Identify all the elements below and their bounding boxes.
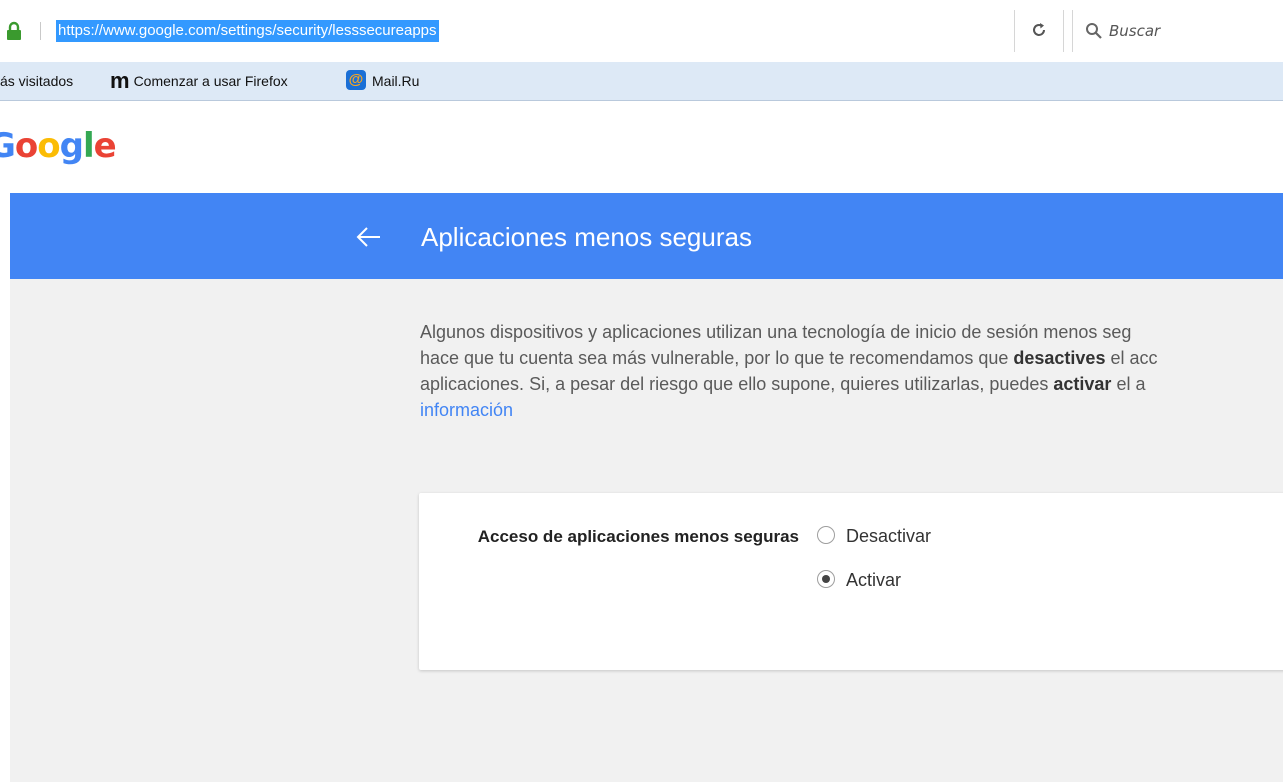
- radio-label: Activar: [846, 570, 902, 590]
- description-line: Algunos dispositivos y aplicaciones util…: [420, 322, 1132, 342]
- url-text[interactable]: https://www.google.com/settings/security…: [56, 20, 439, 42]
- url-separator: [40, 22, 41, 40]
- logo-letter: G: [0, 126, 16, 166]
- logo-letter: o: [37, 126, 60, 166]
- page-title: Aplicaciones menos seguras: [421, 222, 752, 252]
- bookmark-most-visited[interactable]: ás visitados: [0, 62, 73, 100]
- bold-text: activar: [1053, 374, 1112, 394]
- text-segment: el a: [1111, 374, 1146, 394]
- logo-letter: o: [14, 126, 38, 166]
- more-info-link[interactable]: información: [420, 400, 513, 420]
- page-background: [10, 193, 1283, 782]
- bookmark-getting-started[interactable]: m Comenzar a usar Firefox: [110, 62, 288, 100]
- setting-label: Acceso de aplicaciones menos seguras: [477, 527, 799, 546]
- radio-button[interactable]: [817, 570, 835, 589]
- radio-button[interactable]: [817, 526, 835, 545]
- description-line: aplicaciones. Si, a pesar del riesgo que…: [420, 371, 1283, 397]
- setting-card: Acceso de aplicaciones menos seguras Des…: [419, 493, 1283, 670]
- reload-button[interactable]: [1014, 10, 1064, 52]
- bookmark-label: ás visitados: [0, 73, 74, 89]
- bookmark-label: Mail.Ru: [372, 73, 420, 89]
- radio-option-desactivar[interactable]: Desactivar: [817, 523, 931, 549]
- google-logo[interactable]: Google: [0, 126, 150, 174]
- logo-letter: e: [93, 126, 117, 166]
- description-text: Algunos dispositivos y aplicaciones util…: [420, 319, 1283, 423]
- bold-text: desactives: [1013, 348, 1106, 368]
- text-segment: el acc: [1105, 348, 1158, 368]
- mail-ru-icon: [346, 70, 366, 91]
- back-arrow-icon[interactable]: [354, 223, 384, 251]
- logo-letter: l: [82, 126, 95, 166]
- logo-letter: g: [59, 126, 84, 166]
- url-bar[interactable]: https://www.google.com/settings/security…: [0, 10, 1070, 52]
- radio-label: Desactivar: [846, 526, 932, 546]
- text-segment: hace que tu cuenta sea más vulnerable, p…: [420, 348, 1014, 368]
- search-input[interactable]: [1109, 20, 1283, 42]
- bookmarks-toolbar: ás visitados mComenzar a usar Firefox Ma…: [0, 62, 1283, 101]
- radio-option-activar[interactable]: Activar: [817, 567, 901, 593]
- description-line: información: [420, 397, 1283, 423]
- text-segment: aplicaciones. Si, a pesar del riesgo que…: [420, 374, 1054, 394]
- search-box[interactable]: [1072, 10, 1283, 52]
- bookmark-label: Comenzar a usar Firefox: [133, 73, 288, 89]
- search-icon: [1085, 22, 1103, 45]
- bookmark-mail-ru[interactable]: Mail.Ru: [346, 62, 419, 100]
- description-line: hace que tu cuenta sea más vulnerable, p…: [420, 345, 1283, 371]
- lock-icon: [6, 21, 22, 41]
- browser-navbar: https://www.google.com/settings/security…: [0, 0, 1283, 62]
- reload-icon: [1033, 23, 1045, 36]
- m-logo-icon: m: [110, 68, 130, 93]
